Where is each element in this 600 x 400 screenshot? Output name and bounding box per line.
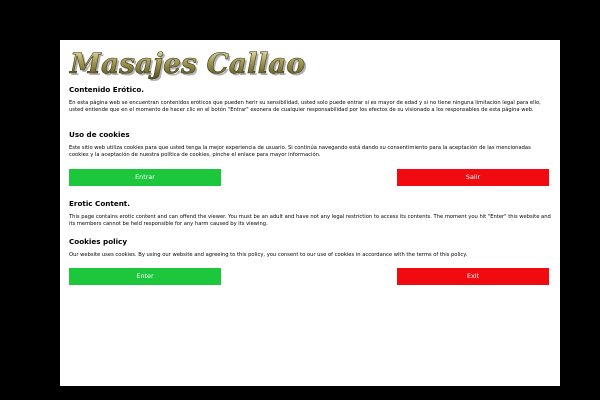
english-cookies-title: Cookies policy xyxy=(69,237,128,246)
spanish-cookies-text: Este sitio web utiliza cookies para que … xyxy=(69,145,531,159)
spanish-cookies-title: Uso de cookies xyxy=(69,130,130,139)
english-title: Erotic Content. xyxy=(69,199,130,208)
spanish-disclaimer: En esta página web se encuentran conteni… xyxy=(69,100,541,114)
exit-button[interactable]: Exit xyxy=(397,268,549,285)
entrar-button[interactable]: Entrar xyxy=(69,169,221,186)
enter-button[interactable]: Enter xyxy=(69,268,221,285)
logo-text: Masajes Callao xyxy=(69,47,305,80)
age-verification-modal: Masajes Callao Masajes Callao Contenido … xyxy=(60,40,560,386)
english-disclaimer: This page contains erotic content and ca… xyxy=(69,214,551,228)
site-logo: Masajes Callao Masajes Callao xyxy=(69,46,309,82)
english-cookies-text: Our website uses cookies. By using our w… xyxy=(69,252,468,258)
spanish-title: Contenido Erótico. xyxy=(69,85,145,94)
salir-button[interactable]: Salir xyxy=(397,169,549,186)
